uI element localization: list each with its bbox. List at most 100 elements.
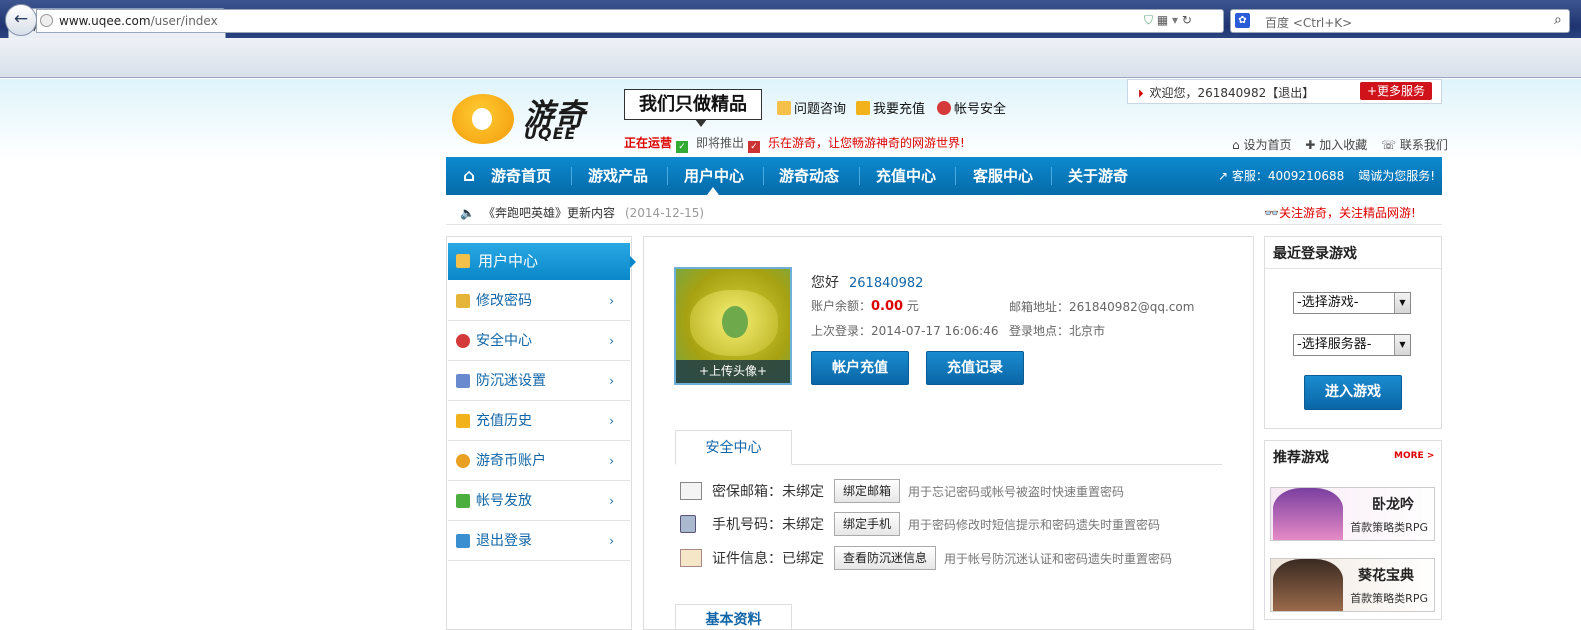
search-bar[interactable]: 百度 <Ctrl+K> — [1230, 9, 1570, 33]
hello-text: 您好 — [811, 275, 839, 291]
row-label: 手机号码： — [712, 517, 782, 533]
row-description: 用于忘记密码或帐号被盗时快速重置密码 — [908, 485, 1125, 499]
sidebar-active-label: 用户中心 — [478, 252, 539, 270]
service-phone: 客服：4009210688 — [1231, 169, 1345, 183]
logo-text-en[interactable]: UQEE — [524, 124, 576, 143]
chevron-right-icon: › — [609, 334, 614, 348]
coins-icon — [856, 101, 870, 115]
uqee-logo-icon[interactable] — [452, 94, 514, 144]
game-select[interactable]: -选择游戏- ▼ — [1293, 292, 1411, 314]
more-services-button[interactable]: +更多服务 — [1360, 82, 1432, 100]
sidebar-item-user-center[interactable]: 用户中心 — [448, 243, 630, 280]
sidebar-item-account-issue[interactable]: 帐号发放 › — [448, 481, 630, 521]
upload-avatar-button[interactable]: +上传头像+ — [676, 360, 790, 383]
chevron-right-icon: › — [609, 414, 614, 428]
upcoming-label[interactable]: 即将推出 — [696, 136, 744, 150]
shield-check-icon[interactable]: ⛉ — [1144, 13, 1153, 27]
running-label[interactable]: 正在运营 — [624, 136, 672, 150]
nav-active-indicator — [707, 187, 719, 195]
nav-recharge[interactable]: 充值中心 — [876, 157, 936, 195]
panel-divider — [1265, 268, 1441, 269]
address-bar[interactable]: www.uqee.com/user/index — [36, 9, 1224, 33]
nav-separator — [763, 167, 764, 185]
qr-code-icon[interactable]: ▦ — [1157, 13, 1168, 27]
recharge-records-button[interactable]: 充值记录 — [926, 351, 1024, 385]
service-slogan: 竭诚为您服务! — [1358, 169, 1436, 183]
dropdown-arrow-icon[interactable]: ▼ — [1394, 293, 1410, 313]
recharge-link[interactable]: 我要充值 — [856, 98, 925, 117]
more-games-link[interactable]: MORE > — [1394, 451, 1434, 461]
back-button[interactable]: ← — [5, 4, 37, 36]
game-card[interactable]: 葵花宝典 首款策略类RPG — [1270, 558, 1435, 612]
home-nav-icon[interactable]: ⌂ — [463, 157, 475, 195]
dropdown-arrow-icon[interactable]: ▼ — [1394, 335, 1410, 355]
arrow-right-icon: ⏵ — [1138, 87, 1144, 100]
reload-icon[interactable]: ↻ — [1182, 13, 1192, 27]
view-anti-addiction-button[interactable]: 查看防沉迷信息 — [834, 546, 937, 570]
sidebar-item-anti-addiction[interactable]: 防沉迷设置 › — [448, 361, 630, 401]
enter-game-button[interactable]: 进入游戏 — [1304, 375, 1402, 410]
avatar-logo-center — [722, 306, 748, 338]
bookmark-icon: ✚ — [1305, 138, 1316, 152]
nav-home[interactable]: 游奇首页 — [491, 157, 551, 195]
nav-support[interactable]: 客服中心 — [973, 157, 1033, 195]
phone-icon — [680, 515, 696, 533]
sidebar-item-change-password[interactable]: 修改密码 › — [448, 281, 630, 321]
tab-basic-info[interactable]: 基本资料 — [675, 604, 792, 630]
game-card[interactable]: 卧龙吟首款策略类RPG — [1270, 487, 1435, 541]
game-description: 首款策略类RPG — [1350, 521, 1428, 534]
bind-email-button[interactable]: 绑定邮箱 — [834, 479, 901, 503]
set-homepage-link[interactable]: 设为首页 — [1243, 138, 1291, 152]
balance-label: 账户余额： — [811, 299, 872, 313]
tagline: 乐在游奇，让您畅游神奇的网游世界! — [768, 136, 965, 150]
game-description: 首款策略类RPG — [1350, 592, 1428, 605]
nav-separator — [1051, 167, 1052, 185]
sidebar-item-coin-account[interactable]: 游奇币账户 › — [448, 441, 630, 481]
sidebar-item-label: 修改密码 — [476, 293, 532, 309]
game-select-value: -选择游戏- — [1297, 295, 1359, 310]
sidebar-item-label: 充值历史 — [476, 413, 532, 429]
sidebar-item-recharge-history[interactable]: 充值历史 › — [448, 401, 630, 441]
nav-about[interactable]: 关于游奇 — [1068, 157, 1128, 195]
search-submit-icon[interactable]: ⌕ — [1554, 12, 1562, 28]
account-security-link[interactable]: 帐号安全 — [937, 98, 1006, 117]
row-description: 用于密码修改时短信提示和密码遗失时重置密码 — [908, 518, 1161, 532]
help-link-label: 问题咨询 — [794, 102, 847, 117]
status-line: 正在运营 ✓ 即将推出 ✓ 乐在游奇，让您畅游神奇的网游世界! — [624, 134, 965, 153]
sidebar-item-logout[interactable]: 退出登录 › — [448, 521, 630, 561]
nav-separator — [859, 167, 860, 185]
utility-links: ⌂ 设为首页 ✚ 加入收藏 ☏ 联系我们 — [1232, 136, 1448, 153]
news-title[interactable]: 《奔跑吧英雄》更新内容 — [483, 206, 615, 220]
chevron-right-icon: › — [609, 454, 614, 468]
row-label: 密保邮箱： — [712, 484, 782, 500]
exit-icon — [456, 534, 470, 548]
contact-link[interactable]: 联系我们 — [1400, 138, 1448, 152]
arrow-up-right-icon: ↗ — [1218, 169, 1229, 183]
news-item[interactable]: 🔈 《奔跑吧英雄》更新内容 (2014-12-15) — [460, 204, 704, 221]
address-bar-icons[interactable]: ⛉ ▦ ▾ ↻ — [1144, 13, 1192, 28]
nav-news[interactable]: 游奇动态 — [779, 157, 839, 195]
glasses-icon: 👓 — [1264, 206, 1279, 220]
game-character-image — [1273, 488, 1343, 540]
security-row-email: 密保邮箱：未绑定 绑定邮箱 用于忘记密码或帐号被盗时快速重置密码 — [680, 479, 1124, 505]
baidu-paw-icon[interactable]: ✿ — [1235, 13, 1250, 28]
follow-notice[interactable]: 👓关注游奇，关注精品网游! — [1264, 204, 1416, 221]
add-favorite-link[interactable]: 加入收藏 — [1319, 138, 1367, 152]
account-recharge-button[interactable]: 帐户充值 — [811, 351, 909, 385]
help-link[interactable]: 问题咨询 — [777, 98, 846, 117]
dropdown-icon[interactable]: ▾ — [1172, 13, 1178, 27]
id-card-icon — [680, 549, 702, 567]
sidebar-item-label: 防沉迷设置 — [476, 373, 546, 389]
row-description: 用于帐号防沉迷认证和密码遗失时重置密码 — [944, 552, 1173, 566]
account-security-label: 帐号安全 — [954, 102, 1007, 117]
nav-products[interactable]: 游戏产品 — [588, 157, 648, 195]
bind-phone-button[interactable]: 绑定手机 — [834, 512, 901, 536]
game-name: 卧龙吟 — [1372, 497, 1414, 513]
sidebar-item-security[interactable]: 安全中心 › — [448, 321, 630, 361]
row-label: 证件信息： — [712, 551, 782, 567]
shield-icon — [456, 334, 470, 348]
welcome-text[interactable]: 欢迎您，261840982【退出】 — [1150, 86, 1315, 100]
server-select[interactable]: -选择服务器- ▼ — [1293, 334, 1411, 356]
nav-separator — [667, 167, 668, 185]
tab-security-center[interactable]: 安全中心 — [675, 430, 792, 465]
